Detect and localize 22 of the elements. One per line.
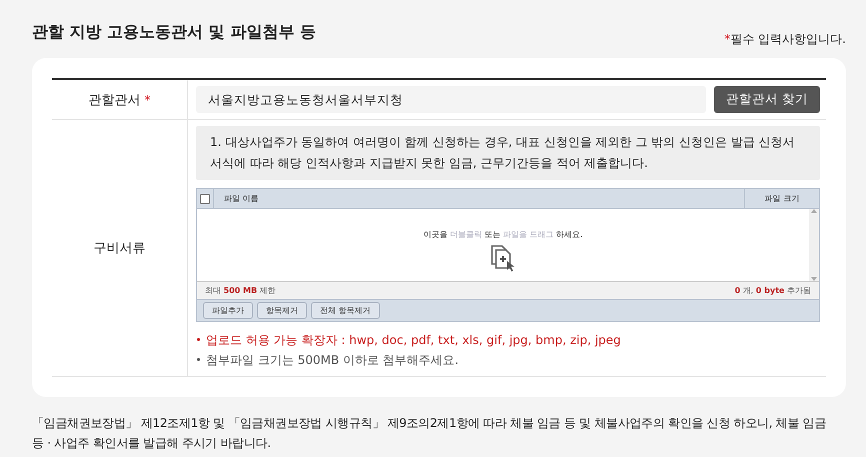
column-header: 파일 이름 [223,193,260,204]
section-title: 관할 지방 고용노동관서 및 파일첨부 등 [32,21,316,43]
uploader-button[interactable]: 파일추가 [203,302,253,319]
field-label: 관할관서 [88,92,140,108]
add-file-icon [489,244,517,272]
uploader-button[interactable]: 전체 항목제거 [311,302,380,319]
size-limit: 최대 500 MB 제한 [205,285,276,297]
upload-note: 첨부파일 크기는 500MB 이하로 첨부해주세요. [196,350,820,370]
required-mark: * [144,92,150,106]
upload-note: 업로드 허용 가능 확장자 : hwp, doc, pdf, txt, xls, gif, jpg, bmp, zip, jpeg [196,330,820,350]
column-header: 파일 크기 [744,189,819,208]
office-field[interactable]: 서울지방고용노동청서울서부지청 [196,86,706,113]
select-all-checkbox[interactable] [200,194,210,204]
scrollbar[interactable] [809,209,819,281]
required-note: *필수 입력사항입니다. [724,31,846,48]
file-count: 0 개, 0 byte 추가됨 [734,285,811,297]
notice-box: 1. 대상사업주가 동일하여 여러명이 함께 신청하는 경우, 대표 신청인을 제외한 그 밖의 신청인은 발급 신청서 서식에 따라 해당 인적사항과 지급받지 못한 임금, 근무기간등을 적어 제출합니다. [196,126,820,180]
uploader-button[interactable]: 항목제거 [257,302,307,319]
find-office-button[interactable]: 관할관서 찾기 [714,86,820,113]
field-label: 구비서류 [94,240,146,257]
drop-message: 이곳을 더블클릭 또는 파일을 드래그 하세요. [423,229,583,240]
statement-text: 「임금채권보장법」 제12조제1항 및 「임금채권보장법 시행규칙」 제9조의2제1항에 따라 체불 임금 등 및 체불사업주의 확인을 신청 하오니, 체불 임금 등 · 사업주 확인서를 발급해 주시기 바랍니다. [32,415,828,452]
